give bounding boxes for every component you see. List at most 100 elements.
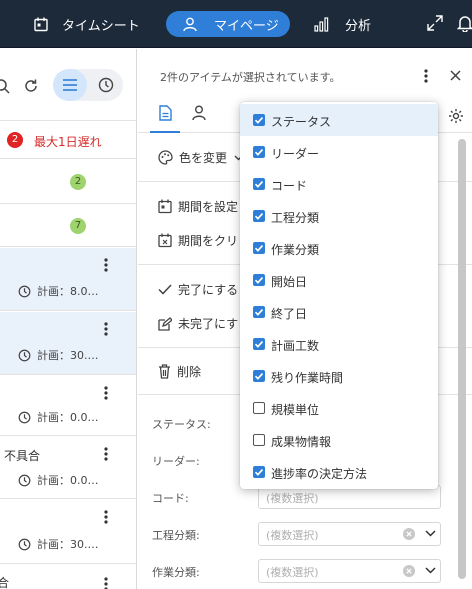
nav-analysis-label: 分析 [345, 18, 372, 34]
menu-item[interactable]: 進捗率の決定方法 [240, 456, 438, 488]
checkbox[interactable] [253, 178, 265, 190]
scrollbar[interactable] [458, 139, 466, 579]
tab-details[interactable] [150, 105, 180, 133]
change-color-button[interactable]: 色を変更 [158, 149, 243, 166]
menu-item[interactable]: リーダー [240, 136, 438, 168]
checkmark-icon [254, 341, 264, 348]
checkbox[interactable] [253, 434, 265, 446]
status-field-label: ステータス: [152, 418, 211, 431]
tab-members[interactable] [192, 105, 206, 121]
more-vertical-icon[interactable] [104, 577, 108, 589]
checkmark-icon [254, 181, 264, 188]
code-field-label: コード: [152, 492, 189, 505]
task-plan-text: 計画：30.… [37, 349, 99, 362]
menu-item-label: コード [271, 179, 308, 193]
more-vertical-icon[interactable] [104, 258, 108, 272]
calendar-clear-icon [158, 233, 172, 248]
more-vertical-icon[interactable] [104, 447, 108, 461]
nav-timesheet-label: タイムシート [62, 18, 140, 34]
checkbox[interactable] [253, 242, 265, 254]
task-row[interactable]: 計画：30.… [0, 500, 136, 564]
list-view-button[interactable] [53, 69, 87, 101]
group-row[interactable]: 2 [0, 160, 136, 204]
check-icon [158, 284, 172, 295]
checkbox[interactable] [253, 146, 265, 158]
view-toggle [53, 69, 123, 101]
chevron-down-icon[interactable] [425, 567, 436, 574]
work-field-placeholder: (複数選択) [266, 566, 319, 579]
task-plan-text: 計画：8.0… [37, 285, 99, 298]
mark-undone-button[interactable]: 未完了にす [158, 315, 238, 332]
menu-item-label: 成果物情報 [271, 435, 332, 449]
user-icon [183, 17, 197, 31]
checkbox[interactable] [253, 274, 265, 286]
task-row[interactable]: 合 [0, 565, 136, 589]
clock-icon [18, 411, 31, 423]
clear-icon[interactable] [403, 565, 415, 577]
task-row[interactable]: 計画：8.0… [0, 248, 136, 311]
task-row[interactable]: 計画：30.… [0, 312, 136, 375]
document-icon [158, 105, 172, 121]
menu-item[interactable]: 規模単位 [240, 392, 438, 424]
checkbox[interactable] [253, 306, 265, 318]
edit-icon [158, 316, 172, 331]
menu-item[interactable]: 残り作業時間 [240, 360, 438, 392]
task-name: 不具合 [4, 449, 41, 463]
nav-mypage[interactable]: マイページ [166, 11, 290, 37]
more-vertical-icon[interactable] [104, 322, 108, 336]
bar-chart-icon [314, 16, 329, 32]
clock-icon [18, 285, 31, 297]
checkbox[interactable] [253, 466, 265, 478]
work-field[interactable]: (複数選択) [258, 559, 441, 583]
process-field-label: 工程分類: [152, 529, 200, 542]
more-vertical-icon[interactable] [104, 510, 108, 524]
task-row[interactable]: 不具合 計画：0.0… [0, 437, 136, 499]
clock-icon [18, 349, 31, 361]
menu-item[interactable]: 作業分類 [240, 232, 438, 264]
more-vertical-icon[interactable] [424, 69, 428, 83]
group-row[interactable]: 7 [0, 205, 136, 247]
task-row[interactable]: 計画：0.0… [0, 376, 136, 436]
process-field[interactable]: (複数選択) [258, 522, 441, 546]
nav-timesheet[interactable]: タイムシート [34, 11, 140, 37]
clear-period-button[interactable]: 期間をクリ [158, 232, 238, 249]
close-icon[interactable] [450, 70, 461, 81]
menu-item[interactable]: 成果物情報 [240, 424, 438, 456]
checkmark-icon [254, 373, 264, 380]
checkbox[interactable] [253, 402, 265, 414]
menu-item-label: 残り作業時間 [271, 371, 344, 385]
chevron-down-icon[interactable] [425, 530, 436, 537]
bell-icon[interactable] [457, 14, 472, 32]
leader-field-label: リーダー: [152, 455, 200, 468]
checkmark-icon [254, 117, 264, 124]
checkbox[interactable] [253, 370, 265, 382]
gear-icon[interactable] [448, 108, 464, 124]
checkbox[interactable] [253, 210, 265, 222]
task-plan: 計画：30.… [18, 347, 99, 363]
overdue-row[interactable]: 2 最大1日遅れ [0, 122, 136, 159]
list-toolbar [0, 49, 136, 121]
menu-item[interactable]: コード [240, 168, 438, 200]
more-vertical-icon[interactable] [104, 386, 108, 400]
menu-item[interactable]: ステータス [240, 104, 438, 136]
mark-done-button[interactable]: 完了にする [158, 281, 238, 298]
refresh-icon[interactable] [23, 78, 39, 94]
menu-item-label: 終了日 [271, 307, 308, 321]
menu-item[interactable]: 開始日 [240, 264, 438, 296]
clear-icon[interactable] [403, 528, 415, 540]
set-period-button[interactable]: 期間を設定 [158, 198, 238, 215]
menu-item-label: ステータス [271, 115, 332, 129]
delete-button[interactable]: 削除 [158, 363, 201, 380]
menu-item[interactable]: 計画工数 [240, 328, 438, 360]
checkbox[interactable] [253, 338, 265, 350]
palette-icon [158, 150, 173, 165]
time-view-button[interactable] [89, 69, 123, 101]
menu-item[interactable]: 工程分類 [240, 200, 438, 232]
expand-icon[interactable] [427, 15, 443, 31]
search-icon[interactable] [0, 78, 10, 94]
mark-done-label: 完了にする [178, 283, 239, 297]
menu-item-label: 規模単位 [271, 403, 320, 417]
nav-analysis[interactable]: 分析 [314, 11, 371, 37]
checkbox[interactable] [253, 114, 265, 126]
menu-item[interactable]: 終了日 [240, 296, 438, 328]
